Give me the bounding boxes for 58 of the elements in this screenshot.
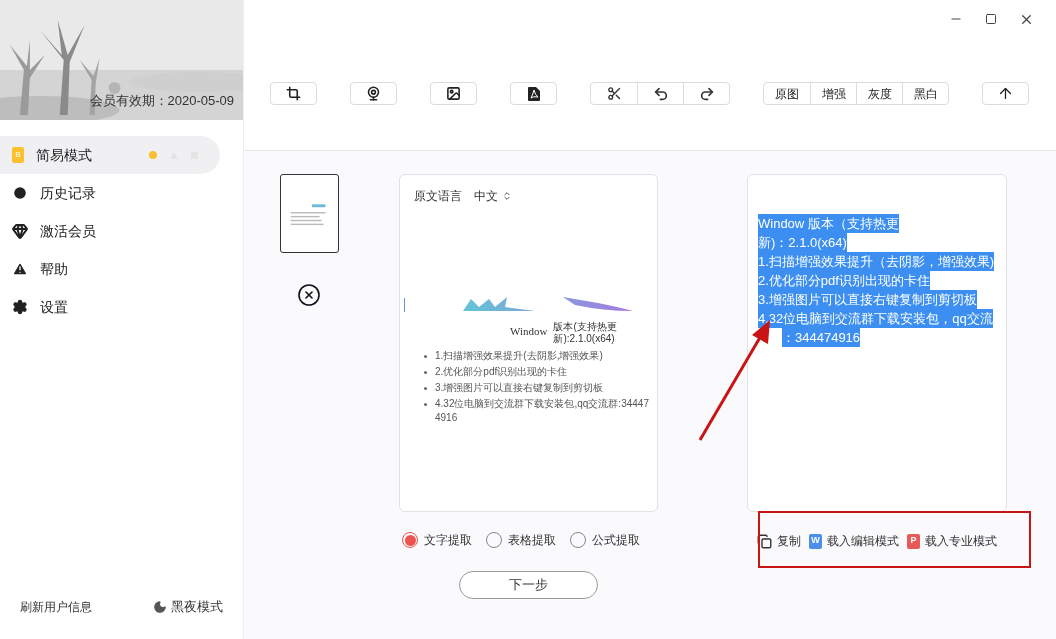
document-bullet-text: 3.增强图片可以直接右键复制到剪切板 <box>435 381 604 395</box>
close-circle-icon <box>297 283 321 307</box>
action-button[interactable]: W 载入编辑模式 <box>809 532 899 550</box>
pdf-icon <box>527 86 540 101</box>
radio-option[interactable]: 文字提取 <box>402 531 472 549</box>
action-button[interactable]: P 载入专业模式 <box>907 532 997 550</box>
radio-option[interactable]: 表格提取 <box>486 531 556 549</box>
redo-icon <box>698 85 715 102</box>
sidebar-item[interactable]: 历史记录 <box>0 174 220 212</box>
pdf-button[interactable] <box>510 82 557 105</box>
warning-icon <box>12 261 28 277</box>
language-select[interactable]: 中文 <box>474 187 512 205</box>
text-cursor <box>404 298 405 312</box>
document-subtitle: 新):2.1.0(x64) <box>553 333 616 345</box>
scissors-icon <box>606 86 622 101</box>
remove-button[interactable] <box>297 283 321 307</box>
image-button[interactable] <box>430 82 477 105</box>
document-bullet-text: 4.32位电脑到交流群下载安装包,qq交流群:344474916 <box>435 397 650 425</box>
upload-button[interactable] <box>982 82 1029 105</box>
moon-icon <box>153 600 167 614</box>
bullet-icon <box>424 387 427 390</box>
radio-option[interactable]: 公式提取 <box>570 531 640 549</box>
bullet-icon <box>424 403 427 406</box>
sidebar-item[interactable]: 设置 <box>0 288 220 326</box>
document-subtitle: 版本(支持热更 <box>553 321 617 333</box>
settings-icon <box>12 299 28 315</box>
crop-icon <box>286 86 301 101</box>
maximize-icon <box>985 13 997 25</box>
image-icon <box>446 86 461 101</box>
view-mode-button[interactable]: 灰度 <box>856 83 902 104</box>
action-button[interactable]: 复制 <box>757 532 801 550</box>
document-bullet-text: 2.优化部分pdf识别出现的卡住 <box>435 365 568 379</box>
webcam-button[interactable] <box>350 82 397 105</box>
webcam-icon <box>366 86 381 101</box>
bullet-icon <box>424 355 427 358</box>
document-bullet-text: 1.扫描增强效果提升(去阴影,增强效果) <box>435 349 603 363</box>
language-label: 原文语言 <box>414 188 462 205</box>
copy-icon <box>757 533 772 549</box>
badge-icon: B <box>12 147 24 163</box>
document-title: Window <box>510 324 548 339</box>
next-button[interactable]: 下一步 <box>459 571 598 599</box>
membership-expiry: 会员有效期：2020-05-09 <box>89 91 234 110</box>
page-thumbnail[interactable] <box>279 174 339 253</box>
gem-icon <box>12 223 28 239</box>
refresh-user-info-link[interactable]: 刷新用户信息 <box>20 598 92 616</box>
view-mode-button[interactable]: 增强 <box>810 83 856 104</box>
undo-icon <box>652 85 669 102</box>
view-mode-button[interactable]: 黑白 <box>902 83 948 104</box>
sort-icon <box>502 191 512 201</box>
sidebar-item[interactable]: B 简易模式 <box>0 136 220 174</box>
bullet-icon <box>424 371 427 374</box>
night-mode-button[interactable]: 黑夜模式 <box>153 597 223 617</box>
view-mode-button[interactable]: 原图 <box>764 83 810 104</box>
sidebar-item[interactable]: 激活会员 <box>0 212 220 250</box>
crop-button[interactable] <box>270 82 317 105</box>
word-icon: W <box>809 533 822 549</box>
ppt-icon: P <box>907 533 920 549</box>
sidebar-item[interactable]: 帮助 <box>0 250 220 288</box>
